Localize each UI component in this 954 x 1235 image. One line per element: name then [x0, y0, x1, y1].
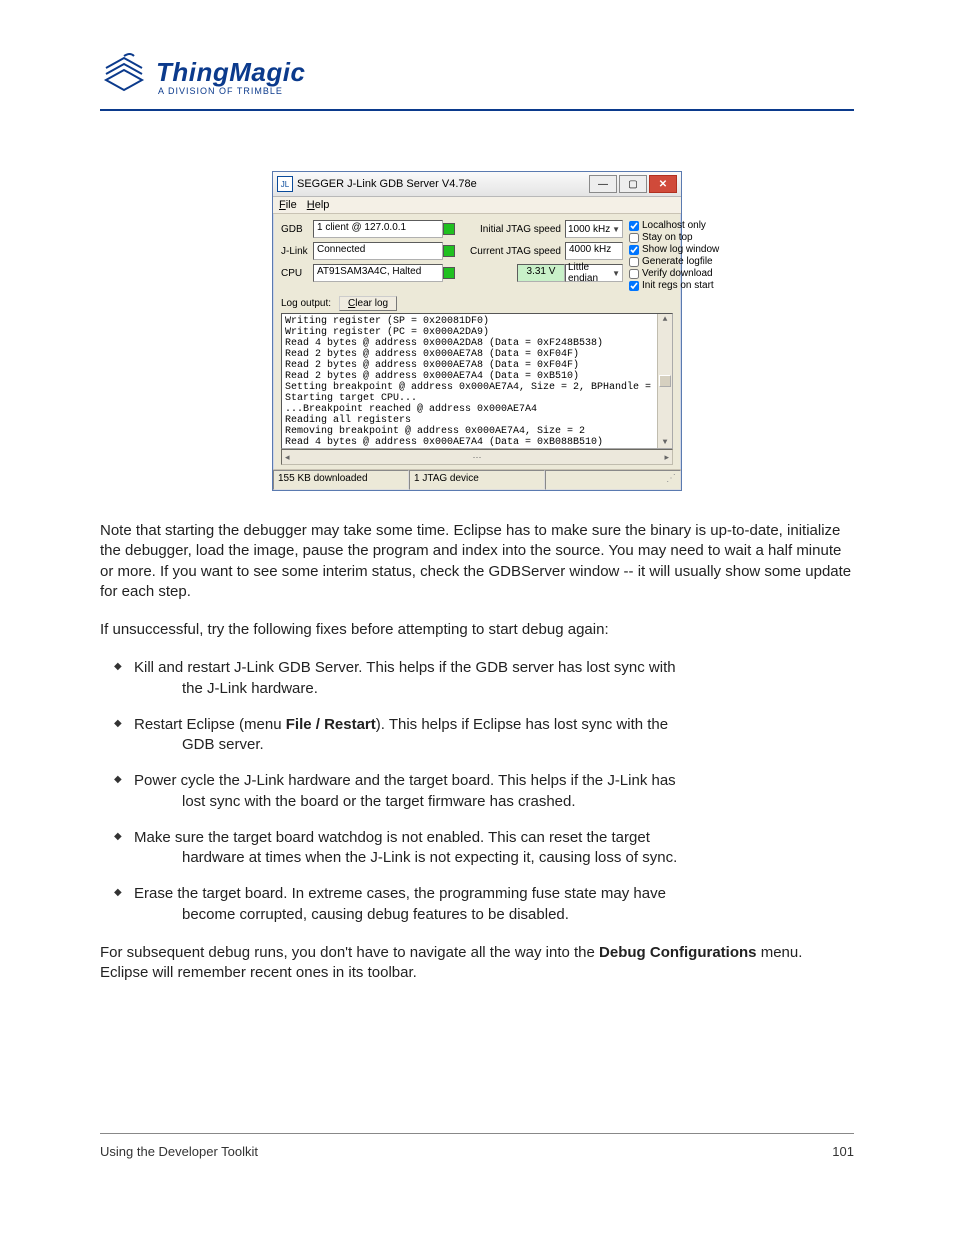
- field-gdb: 1 client @ 127.0.0.1: [313, 220, 443, 238]
- scroll-right-icon: ▸: [664, 452, 669, 463]
- check-generate-logfile[interactable]: Generate logfile: [629, 256, 724, 268]
- log-line: Read 4 bytes @ address 0x000A2DA8 (Data …: [285, 338, 603, 349]
- fixes-list: Kill and restart J-Link GDB Server. This…: [100, 658, 854, 925]
- window-titlebar: JL SEGGER J-Link GDB Server V4.78e — ▢ ✕: [273, 172, 681, 197]
- status-jtag-device: 1 JTAG device: [409, 470, 545, 490]
- paragraph-note: Note that starting the debugger may take…: [100, 521, 854, 602]
- field-jlink: Connected: [313, 242, 443, 260]
- log-line: Setting breakpoint @ address 0x000AE7A4,…: [285, 382, 651, 393]
- check-verify-download[interactable]: Verify download: [629, 268, 724, 280]
- check-localhost-only[interactable]: Localhost only: [629, 220, 724, 232]
- status-bar: 155 KB downloaded 1 JTAG device ⋰: [273, 469, 681, 490]
- label-initial-speed: Initial JTAG speed: [455, 224, 565, 235]
- dropdown-initial-speed[interactable]: 1000 kHz▼: [565, 220, 623, 238]
- log-line: Reading all registers: [285, 415, 411, 426]
- check-stay-on-top[interactable]: Stay on top: [629, 232, 724, 244]
- dropdown-endian[interactable]: Little endian▼: [565, 264, 623, 282]
- footer-section-title: Using the Developer Toolkit: [100, 1144, 258, 1159]
- gdb-server-window: JL SEGGER J-Link GDB Server V4.78e — ▢ ✕…: [272, 171, 682, 491]
- led-gdb: [443, 223, 455, 235]
- clear-log-button[interactable]: Clear log: [339, 296, 397, 311]
- minimize-button[interactable]: —: [589, 175, 617, 193]
- list-item: Power cycle the J-Link hardware and the …: [100, 771, 854, 812]
- list-item: Restart Eclipse (menu File / Restart). T…: [100, 715, 854, 756]
- options-panel: Localhost only Stay on top Show log wind…: [629, 220, 724, 292]
- paragraph-closing: For subsequent debug runs, you don't hav…: [100, 943, 854, 984]
- log-line: ...Breakpoint reached @ address 0x000AE7…: [285, 404, 537, 415]
- close-button[interactable]: ✕: [649, 175, 677, 193]
- label-current-speed: Current JTAG speed: [455, 246, 565, 257]
- thingmagic-logo-icon: [100, 50, 148, 103]
- vertical-scrollbar[interactable]: ▲▼: [657, 314, 672, 448]
- paragraph-intro: If unsuccessful, try the following fixes…: [100, 620, 854, 640]
- page-number: 101: [832, 1144, 854, 1159]
- menu-bar: File Help: [273, 197, 681, 214]
- list-item: Erase the target board. In extreme cases…: [100, 884, 854, 925]
- resize-grip-icon[interactable]: ⋰: [545, 470, 681, 490]
- label-jlink: J-Link: [281, 246, 313, 257]
- horizontal-scrollbar[interactable]: ◂ ⋯ ▸: [281, 449, 673, 465]
- header-divider: [100, 109, 854, 111]
- label-log-output: Log output:: [281, 298, 331, 309]
- field-voltage: 3.31 V: [517, 264, 565, 282]
- maximize-button[interactable]: ▢: [619, 175, 647, 193]
- window-title: SEGGER J-Link GDB Server V4.78e: [297, 178, 477, 190]
- app-icon: JL: [277, 176, 293, 192]
- scroll-thumb[interactable]: [659, 375, 671, 387]
- check-init-regs-on-start[interactable]: Init regs on start: [629, 280, 724, 292]
- scroll-left-icon: ◂: [285, 452, 290, 463]
- chevron-down-icon: ▼: [612, 225, 620, 234]
- log-line: Read 2 bytes @ address 0x000AE7A4 (Data …: [285, 371, 579, 382]
- log-line: Read 4 bytes @ address 0x000AE7A4 (Data …: [285, 437, 603, 448]
- list-item: Kill and restart J-Link GDB Server. This…: [100, 658, 854, 699]
- page-footer: Using the Developer Toolkit 101: [100, 1133, 854, 1159]
- list-item: Make sure the target board watchdog is n…: [100, 828, 854, 869]
- menu-help[interactable]: Help: [307, 199, 330, 211]
- page-header: ThingMagic A DIVISION OF TRIMBLE: [100, 50, 854, 103]
- led-jlink: [443, 245, 455, 257]
- led-cpu: [443, 267, 455, 279]
- scroll-down-icon: ▼: [663, 437, 668, 448]
- status-downloaded: 155 KB downloaded: [273, 470, 409, 490]
- brand-name: ThingMagic: [156, 57, 305, 88]
- brand-subtitle: A DIVISION OF TRIMBLE: [158, 86, 305, 96]
- log-line: Removing breakpoint @ address 0x000AE7A4…: [285, 426, 585, 437]
- menu-file[interactable]: File: [279, 199, 297, 211]
- log-output-area[interactable]: Writing register (SP = 0x20081DF0) Writi…: [281, 313, 673, 449]
- check-show-log-window[interactable]: Show log window: [629, 244, 724, 256]
- label-cpu: CPU: [281, 268, 313, 279]
- log-line: Starting target CPU...: [285, 393, 417, 404]
- log-line: Read 2 bytes @ address 0x000AE7A8 (Data …: [285, 349, 579, 360]
- log-line: Read 2 bytes @ address 0x000AE7A8 (Data …: [285, 360, 579, 371]
- log-line: Writing register (SP = 0x20081DF0): [285, 316, 489, 327]
- field-current-speed: 4000 kHz: [565, 242, 623, 260]
- body-text: Note that starting the debugger may take…: [100, 521, 854, 983]
- log-line: Writing register (PC = 0x000A2DA9): [285, 327, 489, 338]
- field-cpu: AT91SAM3A4C, Halted: [313, 264, 443, 282]
- label-gdb: GDB: [281, 224, 313, 235]
- scroll-up-icon: ▲: [663, 314, 668, 325]
- chevron-down-icon: ▼: [612, 269, 620, 278]
